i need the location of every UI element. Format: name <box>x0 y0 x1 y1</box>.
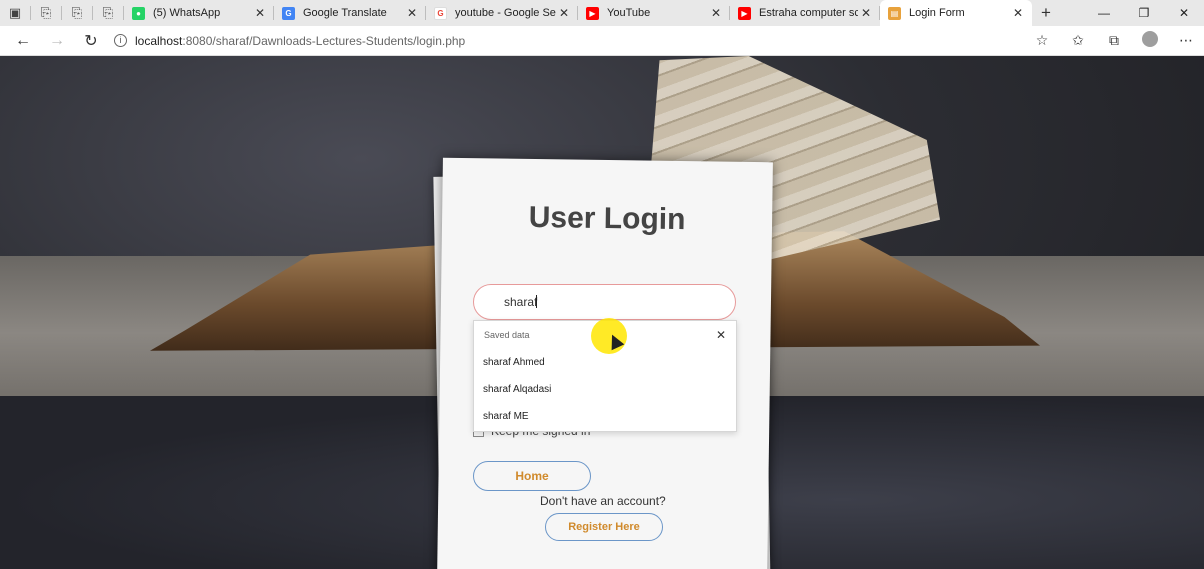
pinned-tab-icon[interactable]: ⎘ <box>93 0 123 26</box>
close-icon[interactable]: ✕ <box>716 328 726 342</box>
tab-whatsapp[interactable]: ● (5) WhatsApp ✕ <box>124 0 274 26</box>
tab-title: Google Translate <box>303 7 387 19</box>
info-icon[interactable]: i <box>114 34 127 47</box>
page-title: User Login <box>528 200 686 237</box>
forward-icon[interactable]: → <box>40 26 74 56</box>
close-window-icon[interactable]: ✕ <box>1164 0 1204 26</box>
tab-title: Estraha computer science <box>759 7 858 19</box>
tab-title: youtube - Google Search <box>455 7 556 19</box>
tab-estraha[interactable]: ▶ Estraha computer science ✕ <box>730 0 880 26</box>
reload-icon[interactable]: ↻ <box>74 26 108 56</box>
url-path: :8080/sharaf/Dawnloads-Lectures-Students… <box>182 33 466 48</box>
google-icon: G <box>434 6 447 20</box>
autofill-title: Saved data <box>484 330 530 340</box>
tab-google-search[interactable]: G youtube - Google Search ✕ <box>426 0 578 26</box>
translate-icon: G <box>282 6 295 20</box>
collections-icon[interactable]: ⧉ <box>1096 32 1132 49</box>
youtube-icon: ▶ <box>738 6 751 20</box>
whatsapp-icon: ● <box>132 6 145 20</box>
text-caret <box>536 295 537 308</box>
sidebar-toggle-icon[interactable]: ▣ <box>0 0 30 26</box>
back-icon[interactable]: ← <box>6 26 40 56</box>
username-input[interactable] <box>473 284 736 320</box>
pinned-tab-icon[interactable]: ⎘ <box>31 0 61 26</box>
tab-title: Login Form <box>909 7 965 19</box>
page-viewport: User Login Keep me signed in Saved data … <box>0 56 1204 569</box>
close-tab-icon[interactable]: ✕ <box>556 6 572 20</box>
tab-youtube[interactable]: ▶ YouTube ✕ <box>578 0 730 26</box>
close-tab-icon[interactable]: ✕ <box>708 6 724 20</box>
pinned-tab-icon[interactable]: ⎘ <box>62 0 92 26</box>
more-options-icon[interactable]: ⋯ <box>1168 32 1204 49</box>
restore-icon[interactable]: ❐ <box>1124 0 1164 26</box>
minimize-icon[interactable]: — <box>1084 0 1124 26</box>
youtube-icon: ▶ <box>586 6 599 20</box>
close-tab-icon[interactable]: ✕ <box>858 6 874 20</box>
url-host: localhost <box>135 33 183 48</box>
tab-strip: ▣ ⎘ ⎘ ⎘ ● (5) WhatsApp ✕ G Google Transl… <box>0 0 1204 26</box>
profile-avatar[interactable] <box>1132 31 1168 50</box>
tab-google-translate[interactable]: G Google Translate ✕ <box>274 0 426 26</box>
home-button[interactable]: Home <box>473 461 591 491</box>
toolbar-icons: ☆ ✩ ⧉ ⋯ <box>1024 31 1204 50</box>
no-account-text: Don't have an account? <box>540 494 666 508</box>
autofill-item[interactable]: sharaf Alqadasi <box>474 376 736 403</box>
page-icon: ▤ <box>888 6 901 20</box>
new-tab-button[interactable]: + <box>1032 3 1060 23</box>
register-button[interactable]: Register Here <box>545 513 663 541</box>
tab-title: (5) WhatsApp <box>153 7 221 19</box>
close-tab-icon[interactable]: ✕ <box>252 6 268 20</box>
tab-login-form[interactable]: ▤ Login Form ✕ <box>880 0 1032 26</box>
add-favorite-icon[interactable]: ☆ <box>1024 32 1060 49</box>
url-field[interactable]: i localhost:8080/sharaf/Dawnloads-Lectur… <box>114 29 1024 53</box>
close-tab-icon[interactable]: ✕ <box>1010 6 1026 20</box>
favorites-icon[interactable]: ✩ <box>1060 32 1096 49</box>
window-controls: — ❐ ✕ <box>1084 0 1204 26</box>
address-bar: ← → ↻ i localhost:8080/sharaf/Dawnloads-… <box>0 26 1204 56</box>
tab-title: YouTube <box>607 7 651 19</box>
close-tab-icon[interactable]: ✕ <box>404 6 420 20</box>
autofill-item[interactable]: sharaf ME <box>474 403 736 430</box>
